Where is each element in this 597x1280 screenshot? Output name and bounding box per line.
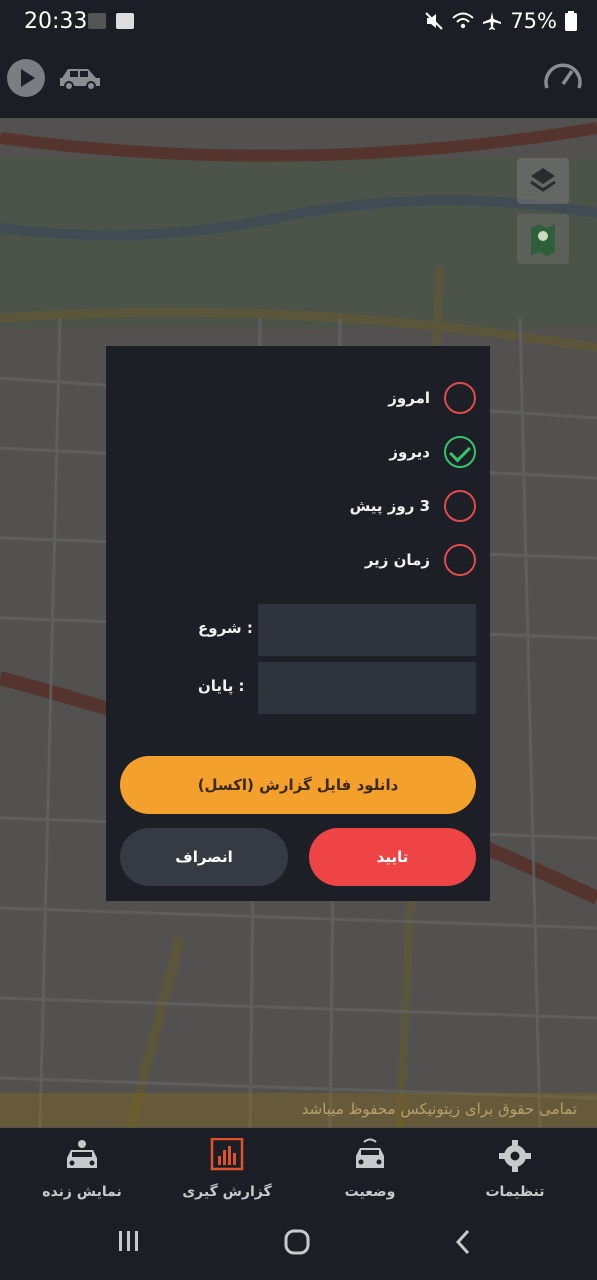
live-car-icon — [67, 1140, 97, 1168]
start-field-row: : شروع — [106, 604, 490, 656]
home-icon[interactable] — [283, 1228, 311, 1256]
option-3-days-ago[interactable]: 3 روز پیش — [350, 488, 476, 524]
app-notification-icon — [88, 13, 106, 29]
system-navigation-bar — [0, 1210, 597, 1280]
end-label: : پایان — [198, 677, 245, 695]
option-label: امروز — [388, 389, 430, 407]
recent-apps-icon[interactable] — [116, 1228, 142, 1254]
end-field-row: : پایان — [106, 662, 490, 714]
radio-3-days-ago[interactable] — [444, 490, 476, 522]
option-yesterday[interactable]: دیروز — [389, 434, 476, 470]
nav-label: گزارش گیری — [182, 1184, 272, 1200]
airplane-icon — [483, 12, 502, 30]
report-dialog: امروز دیروز 3 روز پیش زمان زیر : شروع : … — [106, 346, 490, 901]
radio-custom-range[interactable] — [444, 544, 476, 576]
start-label: : شروع — [198, 619, 253, 637]
option-label: زمان زیر — [364, 551, 430, 569]
option-label: دیروز — [389, 443, 430, 461]
radio-yesterday-checked[interactable] — [444, 436, 476, 468]
nav-reports[interactable]: گزارش گیری — [167, 1134, 287, 1206]
copyright-text: تمامی حقوق برای زیتونیکس محفوظ میباشد — [301, 1100, 577, 1118]
wifi-icon — [452, 12, 474, 29]
nav-settings[interactable]: تنظیمات — [455, 1134, 575, 1206]
back-icon[interactable] — [452, 1228, 474, 1256]
battery-percent: 75% — [510, 9, 557, 33]
status-bar: 20:33 75% — [0, 0, 597, 46]
car-status-icon — [356, 1138, 384, 1168]
nav-label: تنظیمات — [485, 1184, 545, 1200]
battery-icon — [565, 11, 577, 31]
download-excel-button[interactable]: دانلود فایل گزارش (اکسل) — [120, 756, 476, 814]
map-location-button[interactable] — [517, 214, 569, 264]
option-today[interactable]: امروز — [388, 380, 476, 416]
start-input[interactable] — [258, 604, 476, 656]
status-time: 20:33 — [24, 9, 88, 34]
nav-label: وضعیت — [344, 1184, 396, 1200]
gear-icon — [499, 1140, 531, 1172]
vehicle-icon[interactable] — [58, 64, 102, 92]
cancel-button[interactable]: انصراف — [120, 828, 288, 886]
system-status-icons: 75% — [424, 9, 577, 33]
confirm-button[interactable]: تایید — [309, 828, 476, 886]
top-toolbar — [0, 46, 597, 118]
option-custom-range[interactable]: زمان زیر — [365, 542, 476, 578]
end-input[interactable] — [258, 662, 476, 714]
option-label: 3 روز پیش — [349, 497, 430, 515]
report-chart-icon — [210, 1137, 244, 1171]
map-layers-button[interactable] — [517, 158, 569, 204]
image-icon — [116, 13, 134, 29]
mute-icon — [425, 12, 444, 30]
speedometer-icon[interactable] — [543, 58, 583, 94]
notification-icons — [88, 13, 134, 29]
play-button[interactable] — [7, 59, 45, 97]
nav-live[interactable]: نمایش زنده — [22, 1134, 142, 1206]
bottom-navigation: تنظیمات وضعیت گزارش گیری نمایش زنده — [0, 1128, 597, 1210]
nav-label: نمایش زنده — [42, 1184, 122, 1200]
nav-status[interactable]: وضعیت — [310, 1134, 430, 1206]
map-copyright: تمامی حقوق برای زیتونیکس محفوظ میباشد — [0, 1093, 597, 1127]
map-pin-icon — [531, 224, 555, 256]
layers-icon — [530, 168, 556, 192]
radio-today[interactable] — [444, 382, 476, 414]
